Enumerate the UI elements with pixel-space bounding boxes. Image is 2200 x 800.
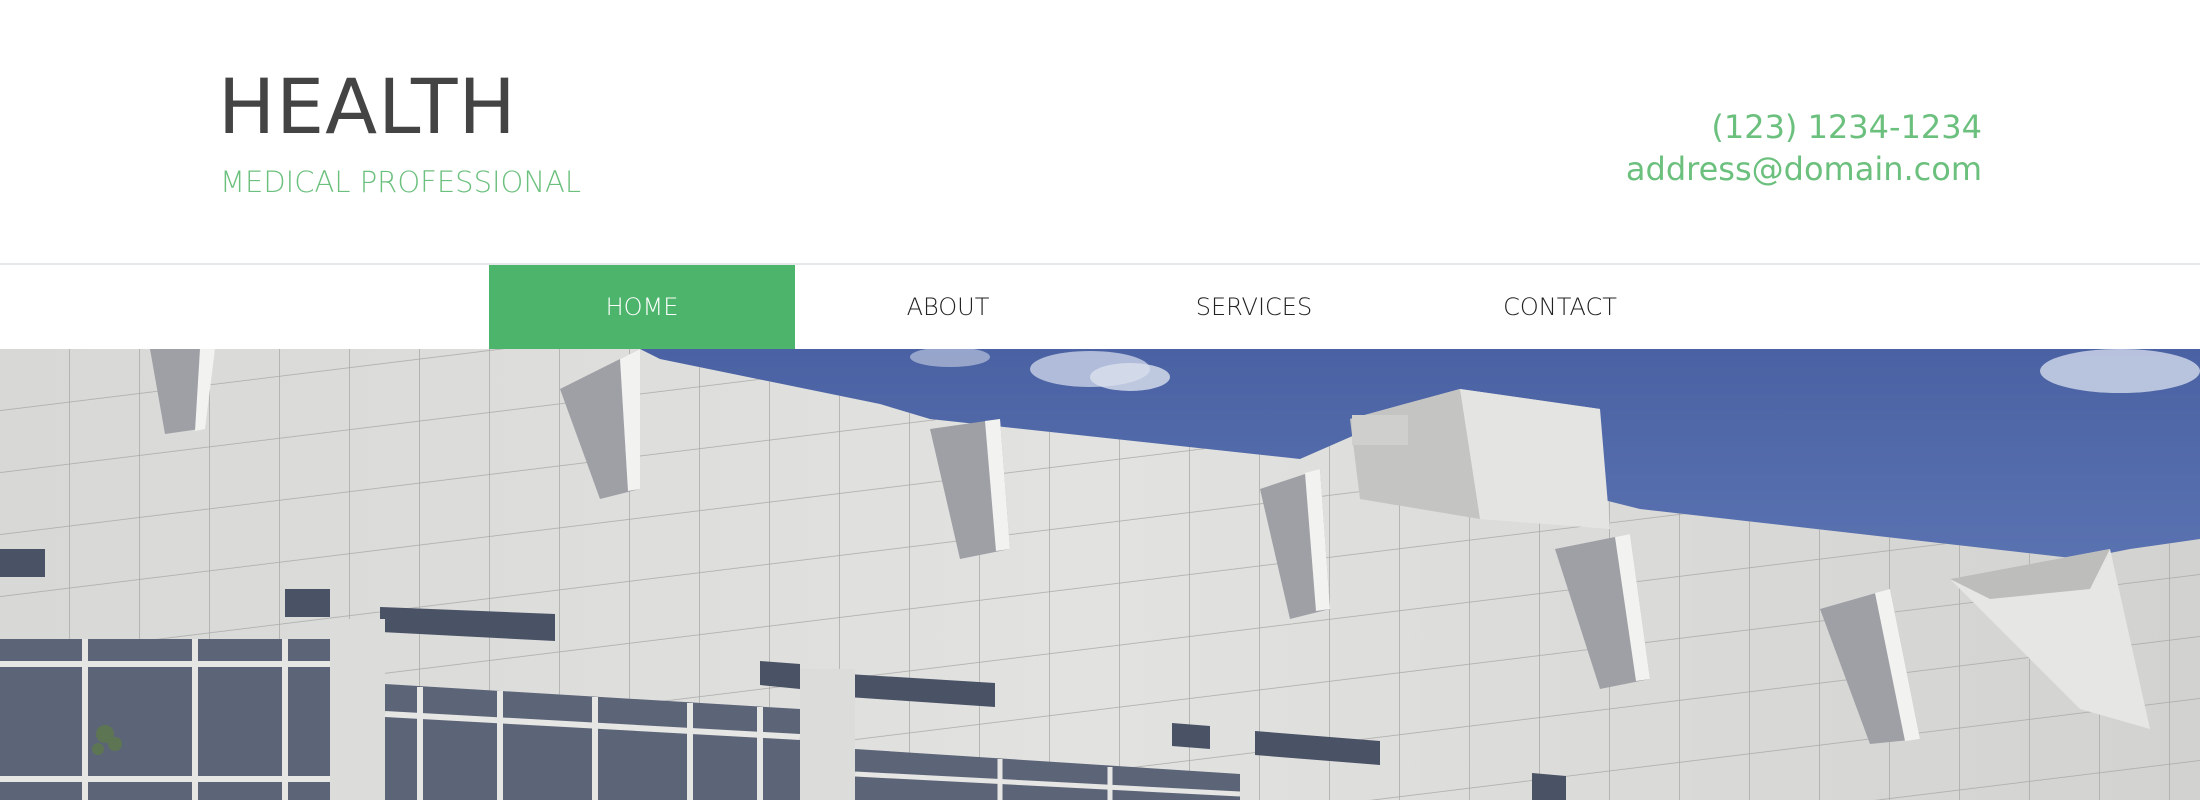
nav-item-about[interactable]: ABOUT [795,265,1101,349]
site-title[interactable]: HEALTH [218,62,517,152]
nav-menu: HOME ABOUT SERVICES CONTACT [489,265,1713,349]
main-navigation: HOME ABOUT SERVICES CONTACT [0,263,2200,349]
nav-item-contact[interactable]: CONTACT [1407,265,1713,349]
nav-item-services[interactable]: SERVICES [1101,265,1407,349]
nav-item-home[interactable]: HOME [489,265,795,349]
site-subtitle: MEDICAL PROFESSIONAL [220,165,582,199]
contact-info: (123) 1234-1234 address@domain.com [1626,106,1982,190]
site-header: HEALTH MEDICAL PROFESSIONAL (123) 1234-1… [0,0,2200,263]
building-illustration [0,349,2200,800]
hero-image [0,349,2200,800]
phone-number[interactable]: (123) 1234-1234 [1626,106,1982,148]
email-address[interactable]: address@domain.com [1626,148,1982,190]
